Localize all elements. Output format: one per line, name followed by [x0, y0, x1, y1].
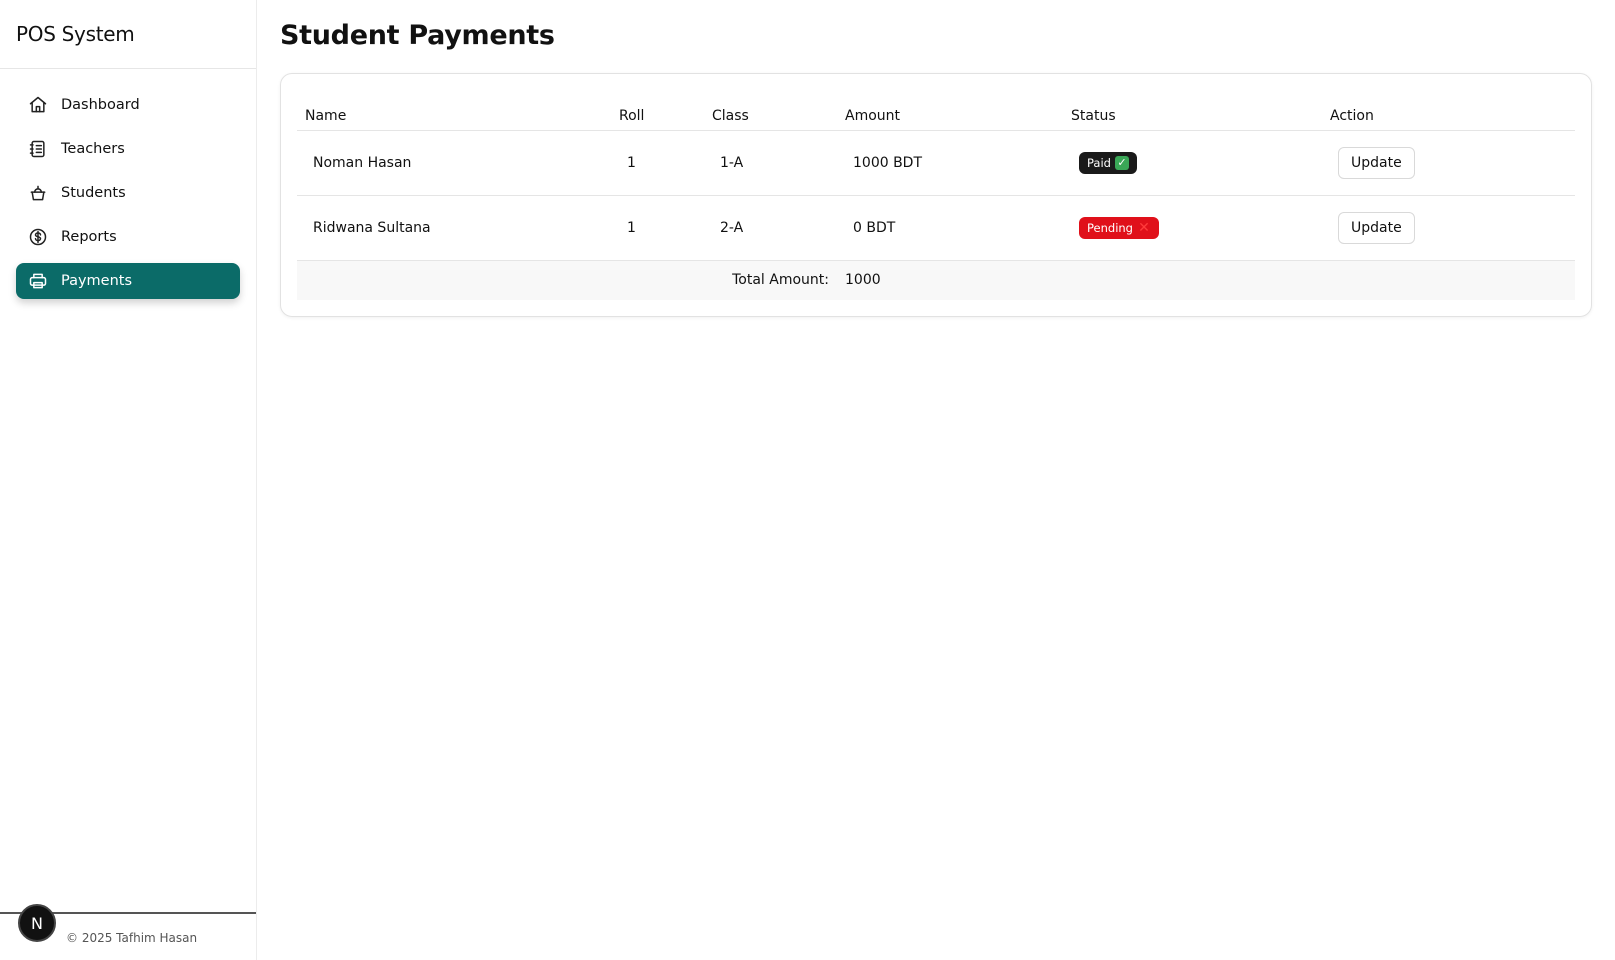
sidebar-item-students[interactable]: Students	[16, 175, 240, 211]
total-amount-value: 1000	[845, 260, 1071, 300]
printer-icon	[28, 271, 48, 291]
sidebar-item-label: Reports	[61, 229, 117, 245]
table-header-row: Name Roll Class Amount Status Action	[297, 90, 1575, 131]
column-header-roll: Roll	[619, 90, 712, 131]
payments-table: Name Roll Class Amount Status Action Nom…	[297, 90, 1575, 300]
copyright-text: © 2025 Tafhim Hasan	[66, 931, 198, 945]
cell-amount: 0 BDT	[845, 195, 1071, 261]
table-row: Noman Hasan 1 1-A 1000 BDT Paid ✓ Update	[297, 130, 1575, 196]
total-amount-label: Total Amount:	[297, 260, 845, 300]
status-badge-label: Pending	[1087, 220, 1133, 235]
column-header-action: Action	[1330, 90, 1575, 131]
update-button[interactable]: Update	[1338, 146, 1415, 179]
cell-roll: 1	[619, 130, 712, 196]
sidebar-item-label: Payments	[61, 273, 133, 289]
column-header-status: Status	[1071, 90, 1330, 131]
app-root: POS System Dashboard Teachers Students R…	[0, 0, 1615, 960]
update-button[interactable]: Update	[1338, 211, 1415, 244]
app-title: POS System	[0, 0, 256, 69]
total-row: Total Amount: 1000	[297, 260, 1575, 300]
sidebar-item-label: Teachers	[61, 141, 125, 157]
payments-card: Name Roll Class Amount Status Action Nom…	[280, 73, 1592, 317]
cell-roll: 1	[619, 195, 712, 261]
sidebar-item-reports[interactable]: Reports	[16, 219, 240, 255]
cross-icon: ✕	[1138, 219, 1150, 236]
cell-amount: 1000 BDT	[845, 130, 1071, 196]
column-header-class: Class	[712, 90, 845, 131]
avatar[interactable]: N	[18, 904, 56, 942]
sidebar-item-payments[interactable]: Payments	[16, 263, 240, 299]
sidebar-item-label: Dashboard	[61, 97, 140, 113]
table-row: Ridwana Sultana 1 2-A 0 BDT Pending ✕ Up…	[297, 195, 1575, 261]
page-title: Student Payments	[280, 20, 555, 51]
status-badge: Paid ✓	[1079, 151, 1137, 174]
cell-class: 1-A	[712, 130, 845, 196]
cell-name: Noman Hasan	[297, 130, 619, 196]
cell-class: 2-A	[712, 195, 845, 261]
column-header-amount: Amount	[845, 90, 1071, 131]
cell-action: Update	[1330, 195, 1575, 261]
sidebar: POS System Dashboard Teachers Students R…	[0, 0, 257, 960]
basket-icon	[28, 183, 48, 203]
sidebar-nav: Dashboard Teachers Students Reports Paym…	[0, 69, 256, 299]
sidebar-item-label: Students	[61, 185, 126, 201]
main-content: Student Payments Name Roll Class Amount …	[257, 0, 1615, 960]
home-icon	[28, 95, 48, 115]
cell-name: Ridwana Sultana	[297, 195, 619, 261]
cell-status: Paid ✓	[1071, 130, 1330, 196]
status-badge-label: Paid	[1087, 155, 1111, 170]
sidebar-item-teachers[interactable]: Teachers	[16, 131, 240, 167]
cell-action: Update	[1330, 130, 1575, 196]
dollar-circle-icon	[28, 227, 48, 247]
status-badge: Pending ✕	[1079, 216, 1159, 239]
sidebar-item-dashboard[interactable]: Dashboard	[16, 87, 240, 123]
check-icon: ✓	[1114, 155, 1129, 170]
column-header-name: Name	[297, 90, 619, 131]
notebook-icon	[28, 139, 48, 159]
cell-status: Pending ✕	[1071, 195, 1330, 261]
